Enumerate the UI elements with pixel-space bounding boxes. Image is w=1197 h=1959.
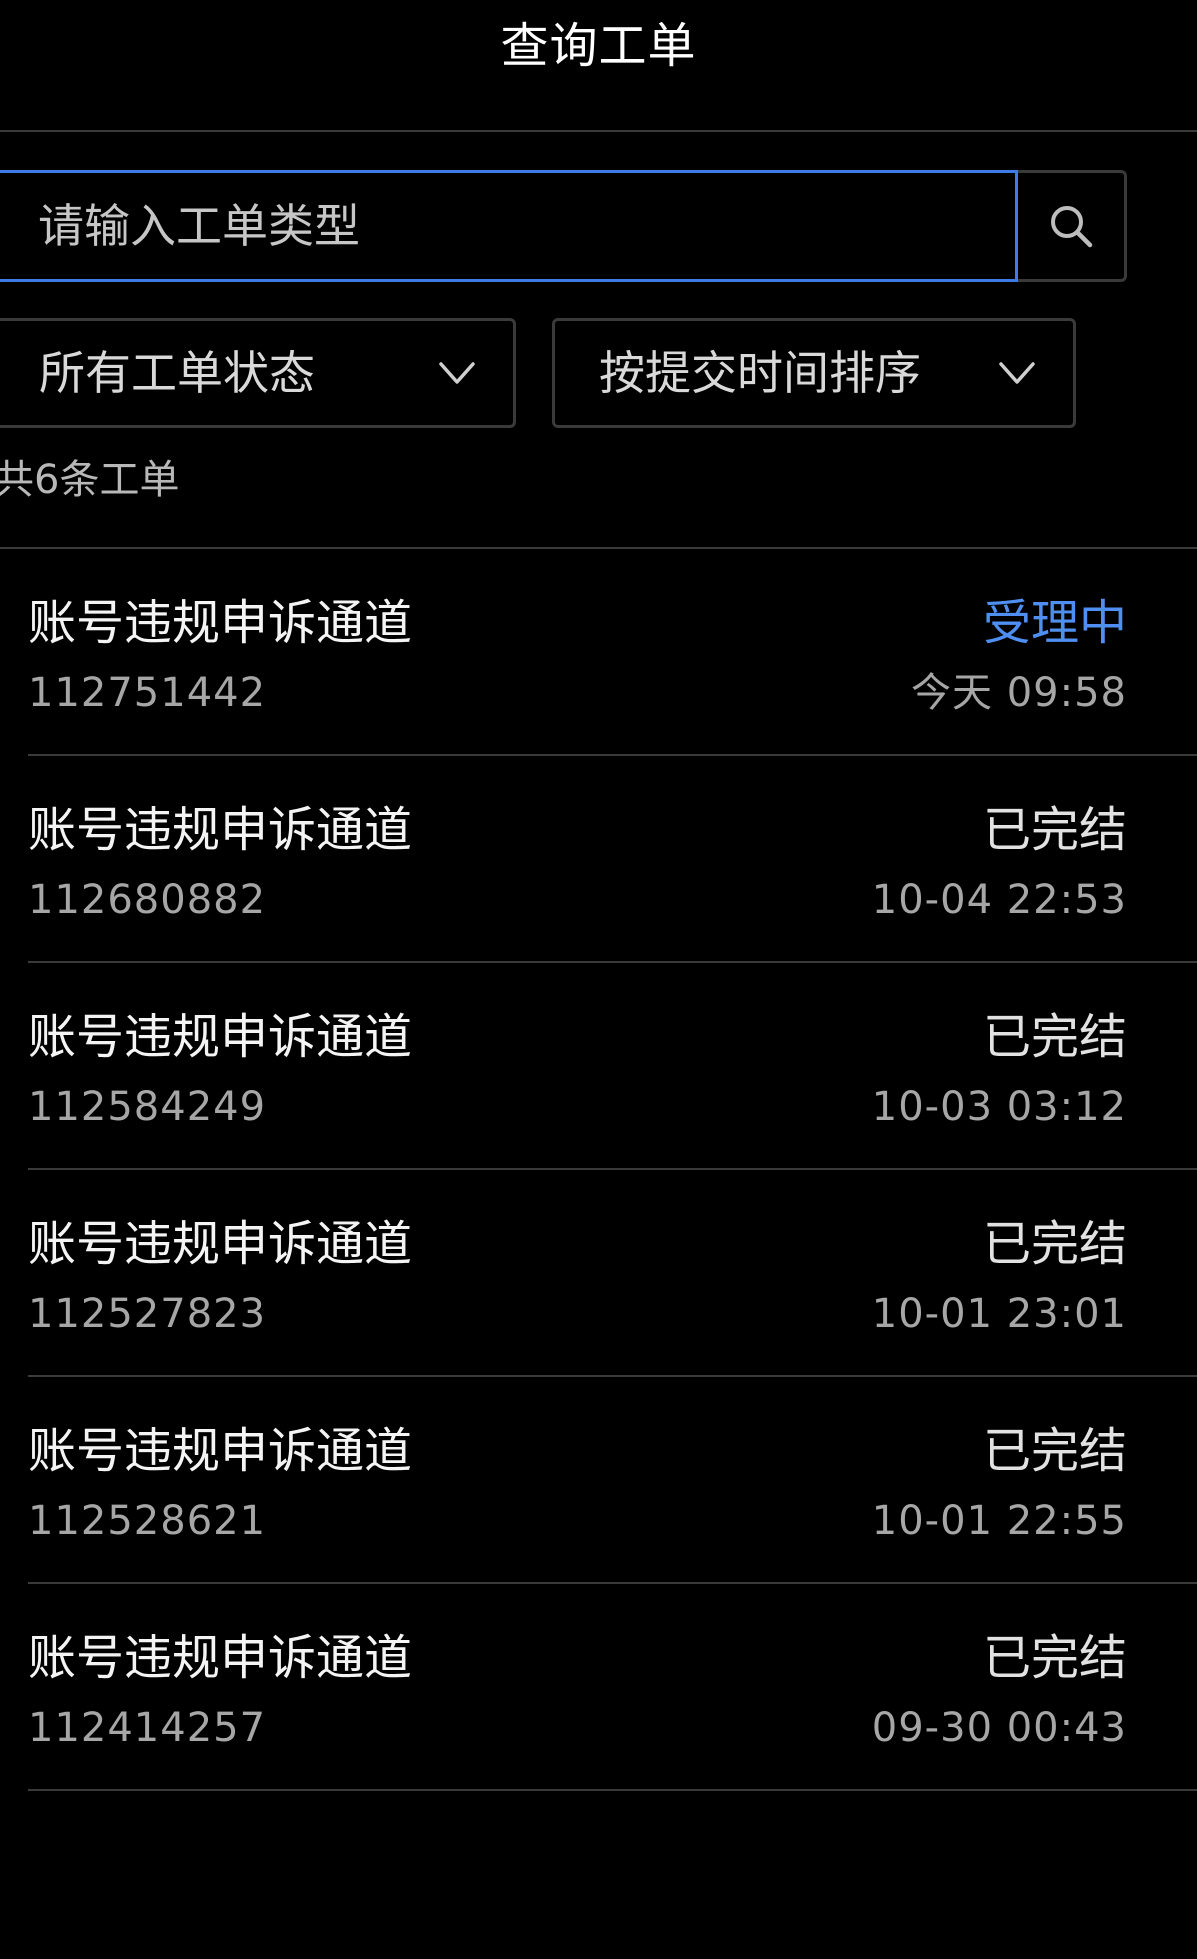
chevron-down-icon bbox=[439, 362, 475, 384]
ticket-type: 账号违规申诉通道 bbox=[28, 595, 413, 651]
ticket-status: 受理中 bbox=[982, 595, 1127, 651]
ticket-status: 已完结 bbox=[982, 1423, 1127, 1479]
ticket-type: 账号违规申诉通道 bbox=[28, 1216, 413, 1272]
ticket-type: 账号违规申诉通道 bbox=[28, 1009, 413, 1065]
ticket-id: 112680882 bbox=[28, 877, 267, 923]
ticket-row[interactable]: 账号违规申诉通道 112751442 受理中 今天 09:58 bbox=[0, 549, 1197, 756]
ticket-type: 账号违规申诉通道 bbox=[28, 1630, 413, 1686]
ticket-type: 账号违规申诉通道 bbox=[28, 802, 413, 858]
status-filter-label: 所有工单状态 bbox=[39, 346, 315, 400]
ticket-status: 已完结 bbox=[982, 1009, 1127, 1065]
ticket-status: 已完结 bbox=[982, 1630, 1127, 1686]
sort-dropdown[interactable]: 按提交时间排序 bbox=[552, 318, 1076, 428]
ticket-id: 112528621 bbox=[28, 1498, 267, 1544]
ticket-time: 10-01 23:01 bbox=[871, 1291, 1127, 1337]
ticket-id: 112584249 bbox=[28, 1084, 267, 1130]
ticket-row[interactable]: 账号违规申诉通道 112414257 已完结 09-30 00:43 bbox=[0, 1584, 1197, 1791]
ticket-list: 账号违规申诉通道 112751442 受理中 今天 09:58 账号违规申诉通道… bbox=[0, 549, 1197, 1791]
ticket-row[interactable]: 账号违规申诉通道 112528621 已完结 10-01 22:55 bbox=[0, 1377, 1197, 1584]
search-input[interactable] bbox=[0, 170, 1018, 282]
sort-label: 按提交时间排序 bbox=[599, 346, 921, 400]
search-button[interactable] bbox=[1018, 170, 1127, 282]
ticket-count: 共6条工单 bbox=[0, 457, 180, 503]
ticket-row[interactable]: 账号违规申诉通道 112680882 已完结 10-04 22:53 bbox=[0, 756, 1197, 963]
search-icon bbox=[1051, 206, 1093, 248]
ticket-time: 10-03 03:12 bbox=[871, 1084, 1127, 1130]
ticket-row[interactable]: 账号违规申诉通道 112527823 已完结 10-01 23:01 bbox=[0, 1170, 1197, 1377]
ticket-time: 10-04 22:53 bbox=[871, 877, 1127, 923]
ticket-time: 10-01 22:55 bbox=[871, 1498, 1127, 1544]
chevron-down-icon bbox=[999, 362, 1035, 384]
ticket-id: 112751442 bbox=[28, 670, 267, 716]
ticket-time: 09-30 00:43 bbox=[871, 1705, 1127, 1751]
ticket-time: 今天 09:58 bbox=[911, 670, 1127, 716]
ticket-type: 账号违规申诉通道 bbox=[28, 1423, 413, 1479]
status-filter-dropdown[interactable]: 所有工单状态 bbox=[0, 318, 516, 428]
ticket-status: 已完结 bbox=[982, 1216, 1127, 1272]
ticket-id: 112527823 bbox=[28, 1291, 267, 1337]
page-title: 查询工单 bbox=[500, 18, 697, 74]
ticket-status: 已完结 bbox=[982, 802, 1127, 858]
ticket-id: 112414257 bbox=[28, 1705, 267, 1751]
ticket-row[interactable]: 账号违规申诉通道 112584249 已完结 10-03 03:12 bbox=[0, 963, 1197, 1170]
search-bar bbox=[0, 170, 1127, 282]
top-bar: 查询工单 bbox=[0, 0, 1197, 132]
